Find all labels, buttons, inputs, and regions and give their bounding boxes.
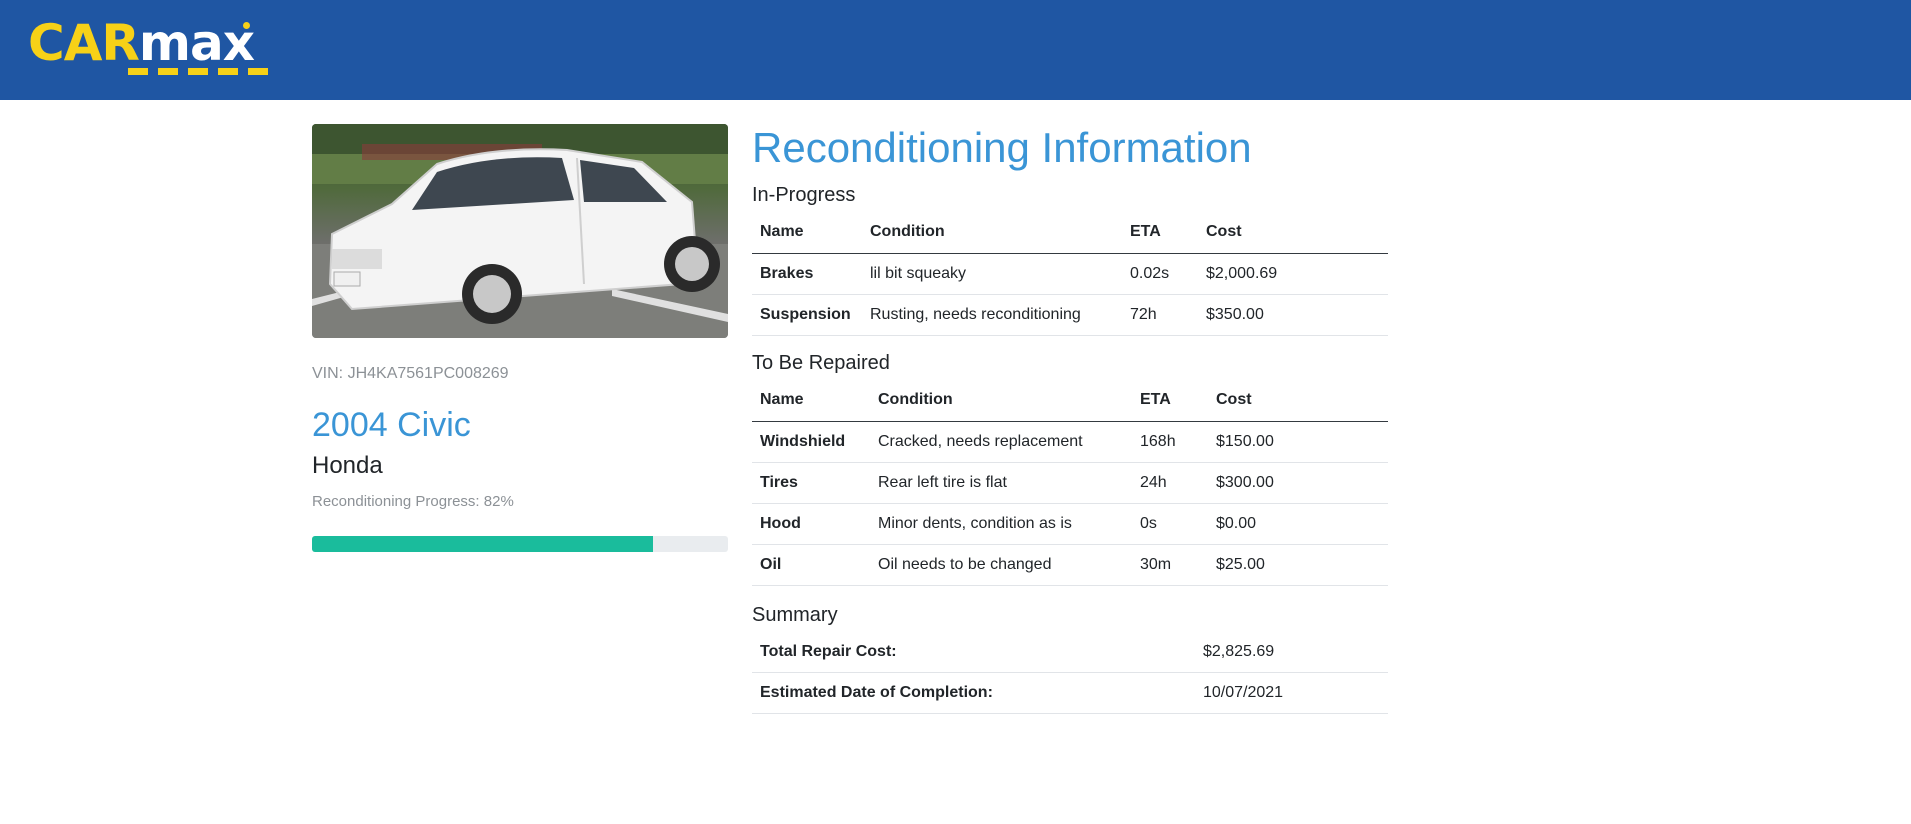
- registered-mark-icon: [243, 22, 250, 29]
- cell-condition: Oil needs to be changed: [870, 544, 1132, 586]
- logo-dash: [248, 68, 268, 75]
- summary-table: Total Repair Cost: $2,825.69 Estimated D…: [752, 632, 1388, 714]
- cell-cost: $0.00: [1208, 503, 1388, 545]
- cell-condition: Rear left tire is flat: [870, 462, 1132, 504]
- column-header: Condition: [870, 380, 1132, 422]
- cell-eta: 0.02s: [1122, 253, 1198, 295]
- logo-dash: [158, 68, 178, 75]
- reconditioning-panel: Reconditioning Information In-Progress N…: [752, 122, 1388, 714]
- cell-eta: 24h: [1132, 462, 1208, 504]
- logo-text: CARmax: [28, 18, 278, 68]
- cell-name: Oil: [752, 544, 870, 586]
- summary-row: Total Repair Cost: $2,825.69: [752, 632, 1388, 673]
- table-row: Hood Minor dents, condition as is 0s $0.…: [752, 503, 1388, 545]
- column-header: Cost: [1208, 380, 1388, 422]
- logo-dash: [188, 68, 208, 75]
- cell-name: Hood: [752, 503, 870, 545]
- cell-eta: 168h: [1132, 421, 1208, 463]
- vehicle-panel: VIN: JH4KA7561PC008269 2004 Civic Honda …: [312, 124, 728, 552]
- table-header-row: Name Condition ETA Cost: [752, 212, 1388, 254]
- table-row: Brakes lil bit squeaky 0.02s $2,000.69: [752, 253, 1388, 295]
- cell-name: Brakes: [752, 253, 862, 295]
- table-row: Suspension Rusting, needs reconditioning…: [752, 294, 1388, 336]
- summary-value: 10/07/2021: [1195, 672, 1388, 714]
- cell-name: Windshield: [752, 421, 870, 463]
- column-header: ETA: [1132, 380, 1208, 422]
- table-header-row: Name Condition ETA Cost: [752, 380, 1388, 422]
- cell-cost: $150.00: [1208, 421, 1388, 463]
- carmax-logo[interactable]: CARmax: [28, 18, 278, 78]
- column-header: Name: [752, 212, 862, 254]
- in-progress-table: Name Condition ETA Cost Brakes lil bit s…: [752, 212, 1388, 336]
- car-icon: [312, 124, 728, 338]
- cell-cost: $300.00: [1208, 462, 1388, 504]
- cell-condition: Minor dents, condition as is: [870, 503, 1132, 545]
- vin-number: VIN: JH4KA7561PC008269: [312, 365, 509, 382]
- vehicle-model: 2004 Civic: [312, 406, 471, 444]
- summary-row: Estimated Date of Completion: 10/07/2021: [752, 672, 1388, 714]
- page-title: Reconditioning Information: [752, 124, 1252, 171]
- in-progress-title: In-Progress: [752, 184, 856, 206]
- column-header: Name: [752, 380, 870, 422]
- logo-dash: [218, 68, 238, 75]
- cell-cost: $350.00: [1198, 294, 1388, 336]
- table-row: Oil Oil needs to be changed 30m $25.00: [752, 544, 1388, 586]
- cell-cost: $2,000.69: [1198, 253, 1388, 295]
- summary-title: Summary: [752, 604, 838, 626]
- header-bar: CARmax: [0, 0, 1911, 100]
- summary-label: Estimated Date of Completion:: [752, 672, 1195, 714]
- to-be-repaired-title: To Be Repaired: [752, 352, 890, 374]
- cell-condition: lil bit squeaky: [862, 253, 1122, 295]
- logo-dash: [128, 68, 148, 75]
- cell-eta: 72h: [1122, 294, 1198, 336]
- cell-cost: $25.00: [1208, 544, 1388, 586]
- summary-label: Total Repair Cost:: [752, 632, 1195, 673]
- vehicle-photo: [312, 124, 728, 338]
- column-header: Condition: [862, 212, 1122, 254]
- progress-bar-fill: [312, 536, 654, 552]
- vehicle-make: Honda: [312, 452, 383, 479]
- logo-dashes: [128, 68, 268, 75]
- progress-bar: [312, 536, 728, 552]
- logo-max: max: [138, 14, 255, 72]
- logo-car: CAR: [28, 14, 140, 72]
- column-header: ETA: [1122, 212, 1198, 254]
- to-be-repaired-table: Name Condition ETA Cost Windshield Crack…: [752, 380, 1388, 586]
- summary-value: $2,825.69: [1195, 632, 1388, 673]
- table-row: Windshield Cracked, needs replacement 16…: [752, 421, 1388, 463]
- table-row: Tires Rear left tire is flat 24h $300.00: [752, 462, 1388, 504]
- cell-condition: Rusting, needs reconditioning: [862, 294, 1122, 336]
- cell-name: Suspension: [752, 294, 862, 336]
- cell-condition: Cracked, needs replacement: [870, 421, 1132, 463]
- column-header: Cost: [1198, 212, 1388, 254]
- cell-eta: 0s: [1132, 503, 1208, 545]
- cell-name: Tires: [752, 462, 870, 504]
- progress-label: Reconditioning Progress: 82%: [312, 493, 514, 510]
- cell-eta: 30m: [1132, 544, 1208, 586]
